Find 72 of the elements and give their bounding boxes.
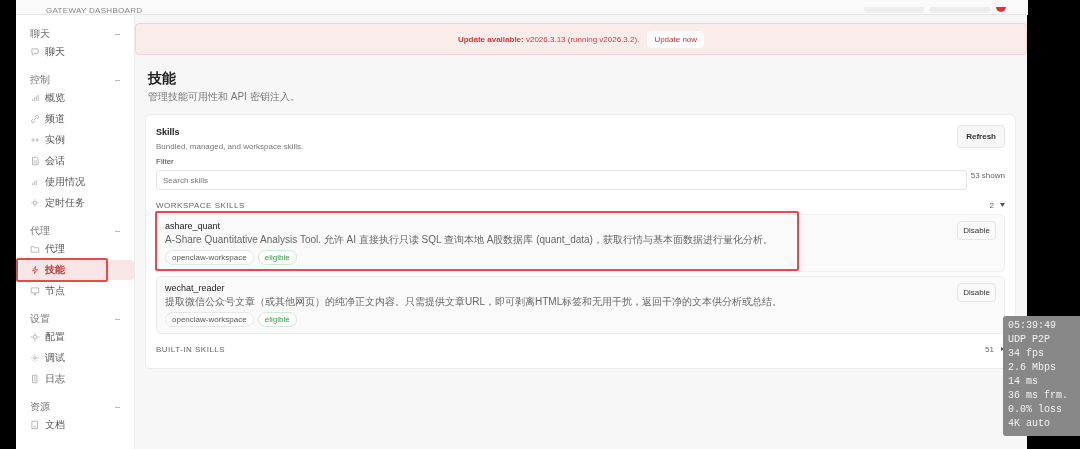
nav-item[interactable]: 文档 [20, 415, 134, 435]
nav-icon [30, 244, 40, 254]
brand-subtitle: GATEWAY DASHBOARD [46, 5, 143, 15]
refresh-button[interactable]: Refresh [957, 125, 1005, 148]
chevron-icon[interactable] [1000, 203, 1005, 207]
nav-icon [30, 93, 40, 103]
filter-label: Filter [156, 157, 175, 166]
nav-icon [30, 353, 40, 363]
nav-item[interactable]: 聊天 [20, 42, 134, 62]
nav-icon [30, 47, 40, 57]
group-label: 资源 [30, 400, 50, 414]
section-count: 2 [989, 200, 994, 210]
avatar-icon[interactable] [996, 7, 1006, 13]
group-label: 设置 [30, 312, 50, 326]
stat-line: 05:39:49 [1008, 319, 1057, 333]
status-tag: eligible [257, 312, 297, 327]
nav-item[interactable]: 概览 [20, 88, 134, 108]
source-tag: openclaw-workspace [165, 250, 254, 265]
nav-item[interactable]: 调试 [20, 348, 134, 368]
card-title: Skills [156, 127, 181, 137]
section-heading[interactable]: WORKSPACE SKILLS [156, 200, 245, 210]
source-tag: openclaw-workspace [165, 312, 254, 327]
search-field[interactable]: Search skills [156, 170, 967, 190]
shown-count: 53 shown [970, 171, 1005, 180]
nav-icon [30, 135, 40, 145]
group-label: 聊天 [30, 27, 50, 41]
stat-line: UDP P2P [1008, 333, 1051, 347]
page-subtitle: 管理技能可用性和 API 密钥注入。 [148, 90, 301, 104]
page-title: 技能 [148, 70, 177, 88]
skill-name: ashare_quant [165, 221, 222, 231]
collapse-icon[interactable] [115, 32, 120, 36]
stat-line: 14 ms [1008, 375, 1039, 389]
stat-line: 0.0% loss [1008, 403, 1063, 417]
nav-item[interactable]: 定时任务 [20, 193, 134, 213]
section-heading[interactable]: BUILT-IN SKILLS [156, 344, 226, 354]
nav-icon [30, 332, 40, 342]
card-subtitle: Bundled, managed, and workspace skills. [156, 142, 304, 151]
stat-line: 4K auto [1008, 417, 1051, 431]
collapse-icon[interactable] [115, 317, 120, 321]
nav-icon [30, 265, 40, 275]
group-label: 代理 [30, 224, 50, 238]
nav-icon [30, 156, 40, 166]
collapse-icon[interactable] [115, 405, 120, 409]
nav-icon [30, 177, 40, 187]
nav-item[interactable]: 节点 [20, 281, 134, 301]
collapse-icon[interactable] [115, 229, 120, 233]
nav-item[interactable]: 使用情况 [20, 172, 134, 192]
disable-button[interactable]: Disable [957, 221, 996, 240]
stat-line: 2.6 Mbps [1008, 361, 1057, 375]
nav-item[interactable]: 会话 [20, 151, 134, 171]
nav-icon [30, 374, 40, 384]
update-button[interactable]: Update now [647, 30, 705, 48]
nav-item[interactable]: 代理 [20, 239, 134, 259]
stat-line: 36 ms frm. [1008, 389, 1069, 403]
nav-item[interactable]: 频道 [20, 109, 134, 129]
section-count: 51 [985, 344, 994, 354]
nav-icon [30, 286, 40, 296]
status-tag: eligible [257, 250, 297, 265]
skill-name: wechat_reader [165, 283, 226, 293]
disable-button[interactable]: Disable [957, 283, 996, 302]
stat-line: 34 fps [1008, 347, 1045, 361]
skill-description: 提取微信公众号文章（或其他网页）的纯净正文内容。只需提供文章URL，即可剥离HTML标签和无用干扰，返回干净的文本供分析或总结。 [165, 296, 783, 308]
update-message: Update available: v2026.3.13 (running v2026.3.2). [457, 34, 640, 44]
collapse-icon[interactable] [115, 78, 120, 82]
nav-icon [30, 198, 40, 208]
nav-item[interactable]: 日志 [20, 369, 134, 389]
group-label: 控制 [30, 73, 50, 87]
nav-item[interactable]: 配置 [20, 327, 134, 347]
nav-item[interactable]: 实例 [20, 130, 134, 150]
skill-description: A-Share Quantitative Analysis Tool. 允许 AI 直接执行只读 SQL 查询本地 A股数据库 (quant_data)，获取行情与基本面数据进行量化分析。 [165, 234, 773, 246]
nav-icon [30, 114, 40, 124]
nav-icon [30, 420, 40, 430]
